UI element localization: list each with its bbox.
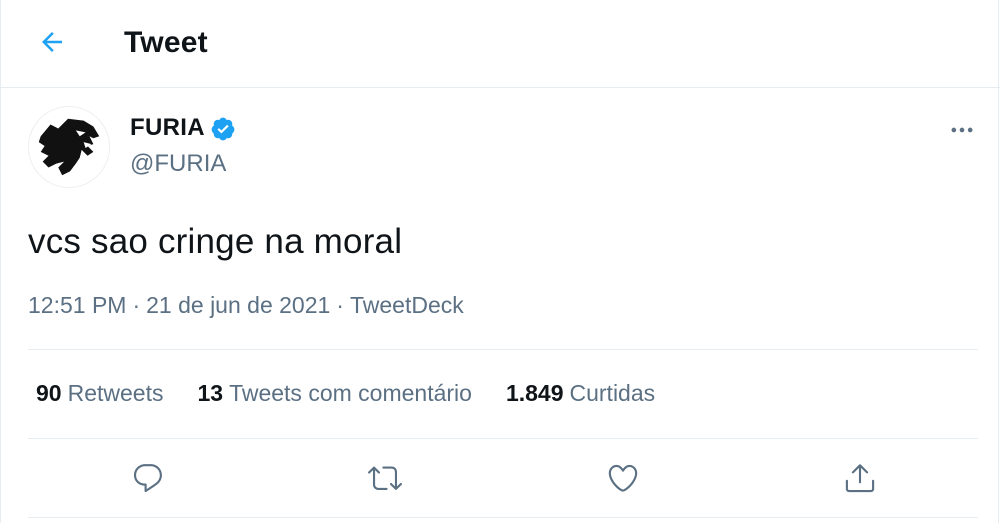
like-button[interactable] <box>603 458 643 498</box>
retweet-button[interactable] <box>365 458 405 498</box>
verified-badge-icon <box>211 117 235 140</box>
meta-separator: · <box>132 292 141 318</box>
tweet-meta: 12:51 PM · 21 de jun de 2021 · TweetDeck <box>28 292 464 319</box>
tweet-stats: 90 Retweets 13 Tweets com comentário 1.849… <box>36 380 689 407</box>
retweets-stat[interactable]: 90 Retweets <box>36 380 163 407</box>
author-name-row[interactable]: FURIA <box>130 114 236 142</box>
tweet-time[interactable]: 12:51 PM <box>28 292 126 319</box>
likes-label: Curtidas <box>569 380 656 406</box>
share-icon <box>845 464 875 493</box>
tweet-date[interactable]: 21 de jun de 2021 <box>146 292 330 319</box>
tweet-source[interactable]: TweetDeck <box>350 292 464 319</box>
avatar[interactable] <box>28 106 110 188</box>
back-button[interactable] <box>26 22 78 62</box>
meta-separator: · <box>336 292 344 318</box>
divider <box>28 349 978 350</box>
page-header: Tweet <box>0 0 1000 88</box>
retweet-icon <box>368 466 402 490</box>
tweet-text: vcs sao cringe na moral <box>28 222 403 261</box>
more-horizontal-icon <box>951 127 973 133</box>
divider <box>28 438 978 439</box>
page-title: Tweet <box>124 26 208 59</box>
likes-count: 1.849 <box>505 380 564 406</box>
heart-icon <box>608 464 638 492</box>
quotes-stat[interactable]: 13 Tweets com comentário <box>197 380 471 407</box>
reply-icon <box>133 464 162 493</box>
panther-logo-icon <box>38 118 100 176</box>
arrow-left-icon <box>42 32 62 52</box>
share-button[interactable] <box>840 458 880 498</box>
divider <box>28 517 978 518</box>
likes-stat[interactable]: 1.849 Curtidas <box>506 380 655 407</box>
author-handle[interactable]: @FURIA <box>130 150 226 178</box>
more-options-button[interactable] <box>942 114 982 146</box>
author-display-name: FURIA <box>130 114 205 141</box>
retweets-count: 90 <box>36 380 62 406</box>
retweets-label: Retweets <box>67 380 164 406</box>
reply-button[interactable] <box>128 458 168 498</box>
quotes-label: Tweets com comentário <box>229 380 472 406</box>
quotes-count: 13 <box>197 380 224 406</box>
